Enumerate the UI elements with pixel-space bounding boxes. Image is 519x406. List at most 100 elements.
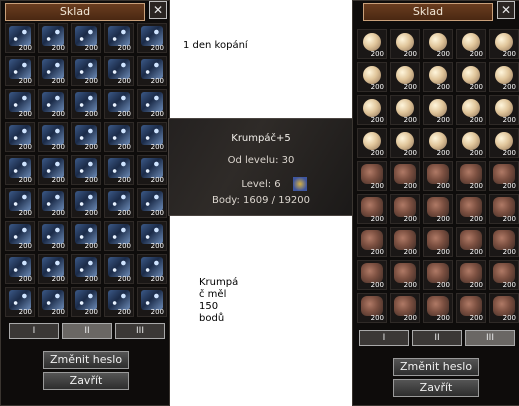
tab-page-1[interactable]: I: [9, 323, 59, 339]
inventory-slot[interactable]: 200: [5, 23, 35, 53]
inventory-slot[interactable]: 200: [357, 194, 387, 224]
inventory-slot[interactable]: 200: [456, 161, 486, 191]
inventory-slot[interactable]: 200: [456, 62, 486, 92]
inventory-slot[interactable]: 200: [104, 188, 134, 218]
inventory-slot[interactable]: 200: [104, 287, 134, 317]
inventory-slot[interactable]: 200: [104, 155, 134, 185]
inventory-slot[interactable]: 200: [137, 122, 167, 152]
inventory-slot[interactable]: 200: [137, 188, 167, 218]
inventory-slot[interactable]: 200: [38, 287, 68, 317]
inventory-slot[interactable]: 200: [104, 23, 134, 53]
tab-page-2[interactable]: II: [62, 323, 112, 339]
inventory-slot[interactable]: 200: [38, 122, 68, 152]
inventory-slot[interactable]: 200: [104, 254, 134, 284]
inventory-slot[interactable]: 200: [71, 56, 101, 86]
inventory-slot[interactable]: 200: [357, 128, 387, 158]
inventory-slot[interactable]: 200: [38, 89, 68, 119]
inventory-slot[interactable]: 200: [357, 260, 387, 290]
inventory-slot[interactable]: 200: [137, 23, 167, 53]
inventory-slot[interactable]: 200: [423, 29, 453, 59]
inventory-slot[interactable]: 200: [71, 155, 101, 185]
inventory-slot[interactable]: 200: [489, 227, 519, 257]
inventory-slot[interactable]: 200: [390, 62, 420, 92]
inventory-slot[interactable]: 200: [456, 29, 486, 59]
inventory-slot[interactable]: 200: [104, 122, 134, 152]
inventory-slot[interactable]: 200: [38, 56, 68, 86]
inventory-slot[interactable]: 200: [5, 221, 35, 251]
inventory-slot[interactable]: 200: [104, 56, 134, 86]
change-password-button[interactable]: Změnit heslo: [393, 358, 479, 376]
inventory-slot[interactable]: 200: [5, 89, 35, 119]
inventory-slot[interactable]: 200: [456, 95, 486, 125]
tab-page-1[interactable]: I: [359, 330, 409, 346]
inventory-slot[interactable]: 200: [489, 194, 519, 224]
inventory-slot[interactable]: 200: [137, 56, 167, 86]
tab-page-3[interactable]: III: [115, 323, 165, 339]
inventory-slot[interactable]: 200: [357, 29, 387, 59]
inventory-slot[interactable]: 200: [137, 287, 167, 317]
inventory-slot[interactable]: 200: [489, 293, 519, 323]
inventory-slot[interactable]: 200: [137, 254, 167, 284]
inventory-slot[interactable]: 200: [456, 293, 486, 323]
close-button[interactable]: Zavřít: [43, 372, 129, 390]
inventory-slot[interactable]: 200: [137, 155, 167, 185]
inventory-slot[interactable]: 200: [423, 227, 453, 257]
close-button[interactable]: Zavřít: [393, 379, 479, 397]
inventory-slot[interactable]: 200: [390, 128, 420, 158]
inventory-slot[interactable]: 200: [357, 293, 387, 323]
inventory-slot[interactable]: 200: [38, 155, 68, 185]
inventory-slot[interactable]: 200: [489, 260, 519, 290]
inventory-slot[interactable]: 200: [104, 221, 134, 251]
inventory-slot[interactable]: 200: [38, 254, 68, 284]
inventory-slot[interactable]: 200: [357, 95, 387, 125]
inventory-slot[interactable]: 200: [423, 128, 453, 158]
inventory-slot[interactable]: 200: [357, 161, 387, 191]
inventory-slot[interactable]: 200: [357, 227, 387, 257]
inventory-slot[interactable]: 200: [423, 194, 453, 224]
inventory-slot[interactable]: 200: [489, 95, 519, 125]
inventory-slot[interactable]: 200: [489, 62, 519, 92]
inventory-slot[interactable]: 200: [390, 95, 420, 125]
inventory-slot[interactable]: 200: [71, 254, 101, 284]
inventory-slot[interactable]: 200: [456, 194, 486, 224]
inventory-slot[interactable]: 200: [456, 260, 486, 290]
inventory-slot[interactable]: 200: [5, 188, 35, 218]
inventory-slot[interactable]: 200: [38, 23, 68, 53]
inventory-slot[interactable]: 200: [137, 221, 167, 251]
inventory-slot[interactable]: 200: [456, 128, 486, 158]
inventory-slot[interactable]: 200: [390, 260, 420, 290]
inventory-slot[interactable]: 200: [38, 188, 68, 218]
inventory-slot[interactable]: 200: [423, 62, 453, 92]
inventory-slot[interactable]: 200: [423, 260, 453, 290]
inventory-slot[interactable]: 200: [71, 188, 101, 218]
inventory-slot[interactable]: 200: [5, 155, 35, 185]
inventory-slot[interactable]: 200: [489, 128, 519, 158]
inventory-slot[interactable]: 200: [357, 62, 387, 92]
tab-page-3[interactable]: III: [465, 330, 515, 346]
inventory-slot[interactable]: 200: [5, 56, 35, 86]
inventory-slot[interactable]: 200: [71, 122, 101, 152]
inventory-slot[interactable]: 200: [423, 161, 453, 191]
change-password-button[interactable]: Změnit heslo: [43, 351, 129, 369]
inventory-slot[interactable]: 200: [489, 29, 519, 59]
inventory-slot[interactable]: 200: [390, 293, 420, 323]
inventory-slot[interactable]: 200: [5, 122, 35, 152]
inventory-slot[interactable]: 200: [71, 287, 101, 317]
inventory-slot[interactable]: 200: [390, 227, 420, 257]
inventory-slot[interactable]: 200: [390, 161, 420, 191]
inventory-slot[interactable]: 200: [38, 221, 68, 251]
inventory-slot[interactable]: 200: [71, 89, 101, 119]
inventory-slot[interactable]: 200: [390, 194, 420, 224]
inventory-slot[interactable]: 200: [71, 23, 101, 53]
inventory-slot[interactable]: 200: [390, 29, 420, 59]
inventory-slot[interactable]: 200: [423, 293, 453, 323]
inventory-slot[interactable]: 200: [489, 161, 519, 191]
inventory-slot[interactable]: 200: [5, 287, 35, 317]
inventory-slot[interactable]: 200: [456, 227, 486, 257]
inventory-slot[interactable]: 200: [423, 95, 453, 125]
close-icon[interactable]: ✕: [149, 1, 167, 19]
close-icon[interactable]: ✕: [497, 1, 515, 19]
inventory-slot[interactable]: 200: [137, 89, 167, 119]
inventory-slot[interactable]: 200: [104, 89, 134, 119]
tab-page-2[interactable]: II: [412, 330, 462, 346]
